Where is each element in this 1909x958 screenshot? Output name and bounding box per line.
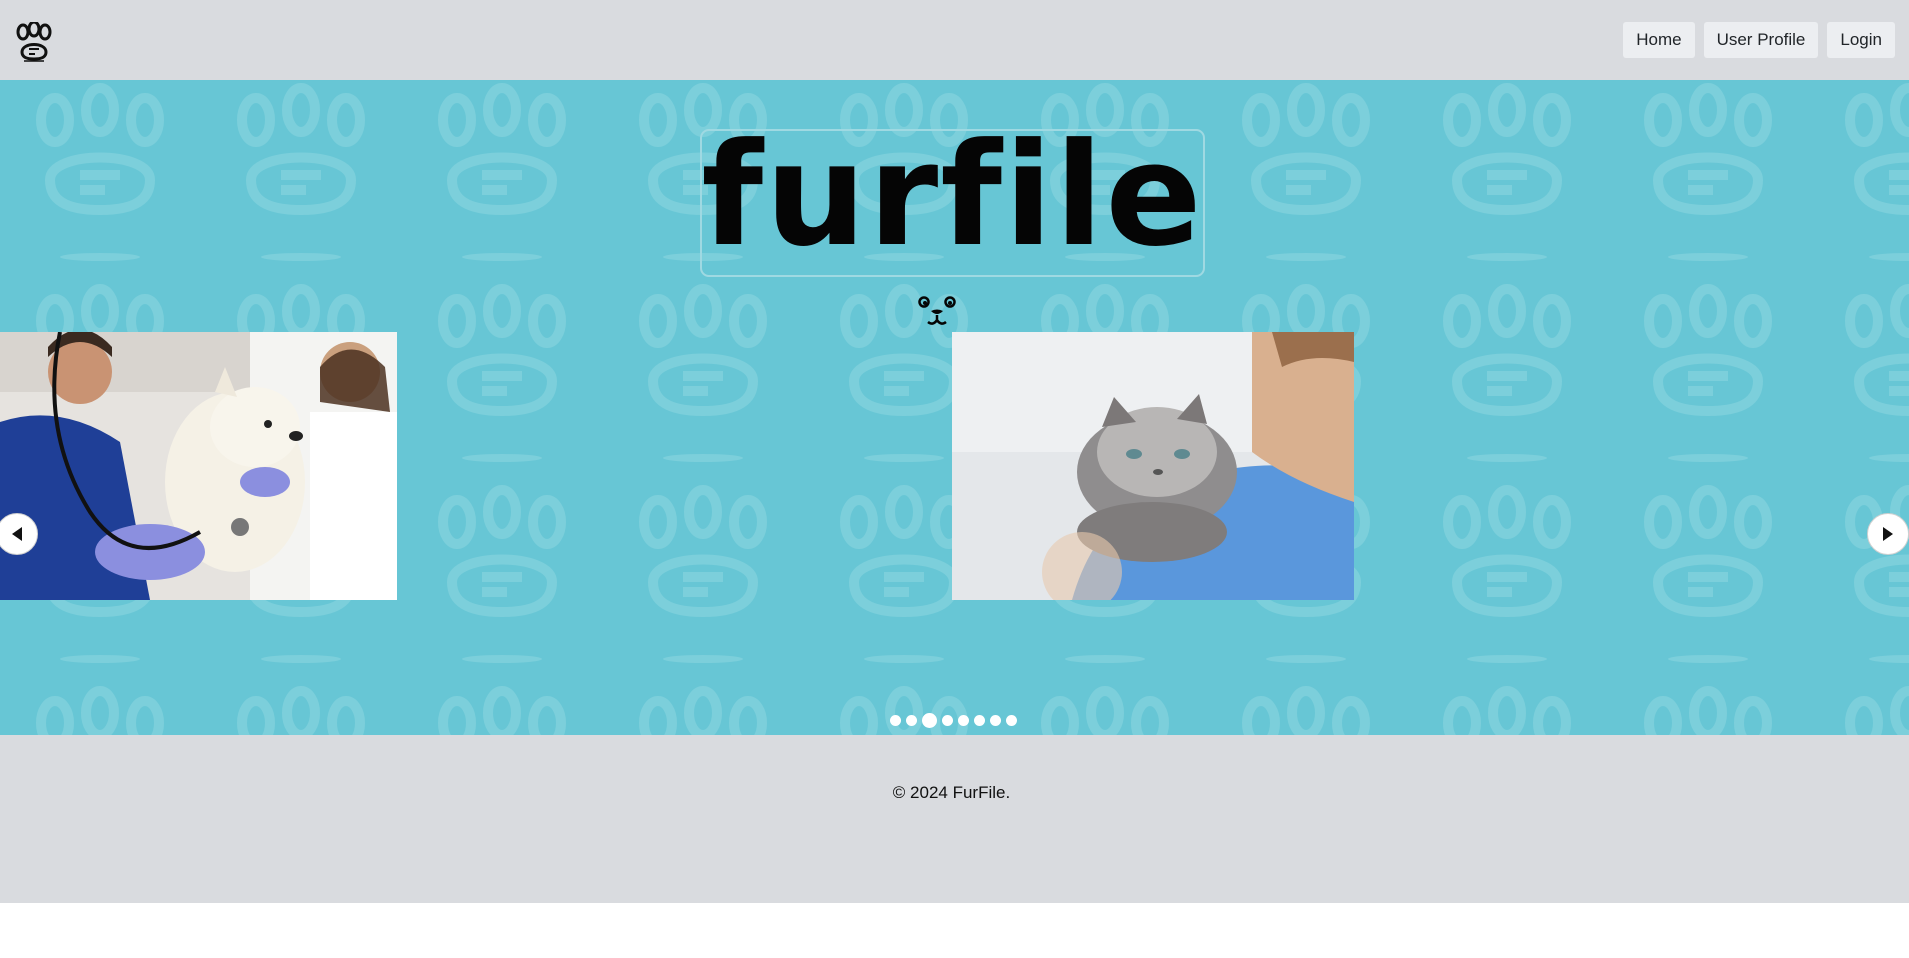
home-button[interactable]: Home [1623,22,1695,58]
vet-with-cat-image [952,332,1354,600]
carousel-dot[interactable] [890,715,901,726]
dog-face-icon [918,296,956,325]
carousel-indicators [890,713,1017,728]
main-nav: Home User Profile Login [1623,22,1895,58]
page-footer: © 2024 FurFile. [0,735,1909,903]
carousel-slide-dog[interactable] [0,332,397,600]
carousel-slide-cat[interactable] [952,332,1354,600]
carousel-dot[interactable] [958,715,969,726]
brand-title: furfile [701,113,1204,278]
user-profile-button[interactable]: User Profile [1703,22,1819,58]
login-button[interactable]: Login [1827,22,1895,58]
paw-icon[interactable] [14,20,54,62]
vet-with-dog-image [0,332,397,600]
chevron-right-icon [1883,527,1893,541]
carousel-dot-active[interactable] [922,713,937,728]
copyright-text: © 2024 FurFile. [892,783,1011,802]
hero-banner: furfile [0,80,1909,735]
top-navbar: Home User Profile Login [0,0,1909,80]
chevron-left-icon [12,527,22,541]
carousel-dot[interactable] [974,715,985,726]
brand-banner: furfile [700,125,1205,277]
carousel-next-button[interactable] [1867,513,1909,555]
carousel-dot[interactable] [1006,715,1017,726]
carousel-dot[interactable] [942,715,953,726]
carousel-dot[interactable] [990,715,1001,726]
carousel-dot[interactable] [906,715,917,726]
